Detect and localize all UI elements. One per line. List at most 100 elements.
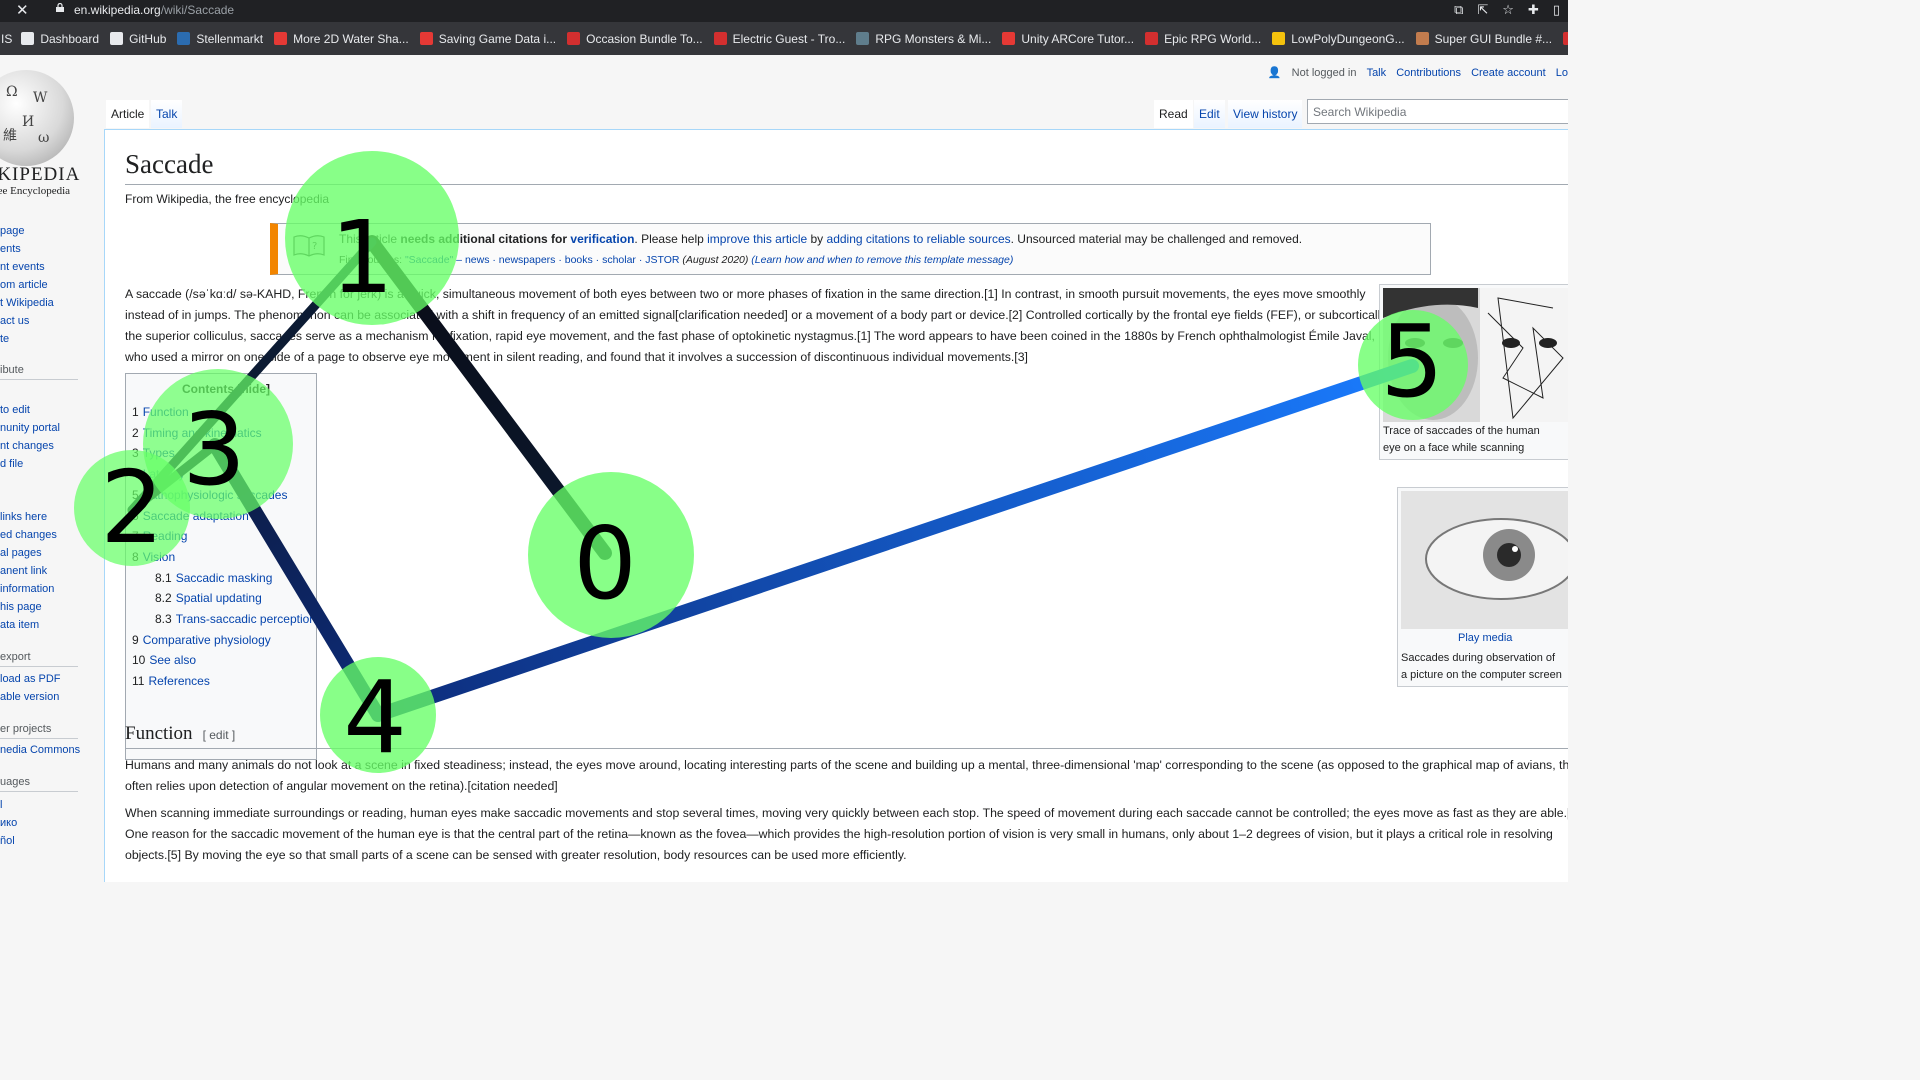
- eye-video-image[interactable]: [1401, 491, 1568, 629]
- toc-item[interactable]: 1 Function: [132, 405, 189, 419]
- improve-article-link[interactable]: improve this article: [707, 232, 807, 246]
- notice-text: . Please help: [634, 232, 708, 246]
- tab-edit[interactable]: Edit: [1194, 100, 1225, 128]
- sidebar-link[interactable]: anent link: [0, 565, 47, 577]
- edit-section-link[interactable]: [ edit ]: [203, 728, 236, 742]
- sidebar-section-heading: export: [0, 651, 31, 663]
- toc-item[interactable]: 3 Types: [132, 446, 175, 460]
- bookmark-item[interactable]: GitHub: [110, 32, 166, 46]
- thumb-caption: eye on a face while scanning: [1383, 442, 1525, 454]
- close-tab-icon[interactable]: ✕: [16, 1, 29, 19]
- tab-view-history[interactable]: View history: [1228, 100, 1303, 128]
- bookmarks-bar: IS Dashboard GitHub Stellenmarkt More 2D Wa…: [0, 22, 1568, 55]
- bookmark-item[interactable]: Unity ARCore Tutor...: [1002, 32, 1134, 46]
- learn-remove-link[interactable]: (Learn how and when to remove this templ…: [751, 254, 1013, 266]
- personal-tools: 👤 Not logged in Talk Contributions Creat…: [1261, 66, 1568, 79]
- thumbnail-face-scan[interactable]: Trace of saccades of the human eye on a …: [1379, 284, 1568, 460]
- bookmark-item[interactable]: Occasion Bundle To...: [567, 32, 703, 46]
- bookmark-item[interactable]: Epic RPG World...: [1145, 32, 1261, 46]
- toc-item[interactable]: 9 Comparative physiology: [132, 633, 271, 647]
- search-input[interactable]: Search Wikipedia: [1307, 99, 1568, 124]
- sidebar-link[interactable]: nt events: [0, 261, 45, 273]
- thumb-caption: Saccades during observation of: [1401, 652, 1556, 664]
- sidebar-link[interactable]: t Wikipedia: [0, 297, 54, 309]
- sidebar-link[interactable]: links here: [0, 511, 47, 523]
- find-sources-links[interactable]: "Saccade" – news · newspapers · books · …: [405, 254, 680, 266]
- sidebar-link[interactable]: act us: [0, 315, 29, 327]
- share-icon[interactable]: ⇱: [1477, 2, 1488, 18]
- sidebar-link[interactable]: nunity portal: [0, 422, 60, 434]
- create-account-link[interactable]: Create account: [1471, 67, 1546, 79]
- sidebar-link[interactable]: om article: [0, 279, 48, 291]
- login-link[interactable]: Lo: [1556, 67, 1568, 79]
- toc-item[interactable]: 6 Saccade adaptation: [132, 509, 249, 523]
- sidebar-link[interactable]: ñol: [0, 835, 15, 847]
- bookmark-item[interactable]: Stellenmarkt: [177, 32, 263, 46]
- bookmark-apps[interactable]: IS: [0, 32, 12, 46]
- translate-icon[interactable]: ⧉: [1454, 2, 1463, 18]
- sidebar-link[interactable]: al pages: [0, 547, 42, 559]
- sidebar-link[interactable]: page: [0, 225, 24, 237]
- thumbnail-eye-video[interactable]: Play media Saccades during observation o…: [1397, 487, 1568, 687]
- toc-number: 8.2: [155, 591, 172, 606]
- wikipedia-page: 👤 Not logged in Talk Contributions Creat…: [0, 55, 1568, 882]
- bookmark-favicon-icon: [177, 32, 191, 45]
- sidebar-link[interactable]: able version: [0, 691, 59, 703]
- play-media-link[interactable]: Play media: [1458, 630, 1512, 647]
- tab-talk[interactable]: Talk: [151, 100, 183, 128]
- toc-item[interactable]: 8.1 Saccadic masking: [155, 571, 272, 585]
- bookmark-label: More 2D Water Sha...: [293, 31, 409, 46]
- find-sources-label: Find sources:: [339, 254, 405, 266]
- bookmark-item[interactable]: RPG Monsters & Mi...: [856, 32, 991, 46]
- contributions-link[interactable]: Contributions: [1396, 67, 1461, 79]
- sidebar-link[interactable]: ents: [0, 243, 21, 255]
- sidebar-link[interactable]: ata item: [0, 619, 39, 631]
- wikipedia-logo[interactable]: Ω W И 維 ω: [0, 70, 74, 166]
- sidebar-link[interactable]: nedia Commons: [0, 744, 80, 756]
- add-citations-link[interactable]: adding citations to reliable sources: [827, 232, 1011, 246]
- sidebar-link[interactable]: ed changes: [0, 529, 57, 541]
- sidebar-link[interactable]: to edit: [0, 404, 30, 416]
- bookmark-item[interactable]: Super GUI Bundle #...: [1415, 32, 1552, 46]
- extensions-icon[interactable]: ✚: [1528, 2, 1539, 18]
- sidebar-link[interactable]: nt changes: [0, 440, 54, 452]
- sidebar-link[interactable]: te: [0, 333, 9, 345]
- personal-talk-link[interactable]: Talk: [1367, 67, 1387, 79]
- bookmark-item[interactable]: Electric Guest - Tro...: [713, 32, 845, 46]
- tab-read[interactable]: Read: [1154, 100, 1193, 128]
- bookmark-item[interactable]: shubibubi - itch.io: [1563, 32, 1568, 46]
- url-field[interactable]: en.wikipedia.org/wiki/Saccade: [74, 3, 234, 17]
- tab-article[interactable]: Article: [106, 100, 150, 128]
- sidebar-link[interactable]: load as PDF: [0, 673, 61, 685]
- sidebar-link[interactable]: d file: [0, 458, 23, 470]
- sidebar-link[interactable]: information: [0, 583, 54, 595]
- bookmark-label: Saving Game Data i...: [438, 31, 557, 46]
- toc-item[interactable]: 10 See also: [132, 653, 196, 667]
- toc-label: Timing and kinematics: [142, 425, 262, 440]
- face-saccade-image[interactable]: [1383, 288, 1568, 422]
- toc-item[interactable]: 8 Vision: [132, 550, 175, 564]
- bookmark-item[interactable]: LowPolyDungeonG...: [1272, 32, 1405, 46]
- toc-item[interactable]: 8.2 Spatial updating: [155, 591, 262, 605]
- sidebar-link[interactable]: his page: [0, 601, 42, 613]
- toc-item[interactable]: 7 Reading: [132, 529, 187, 543]
- toc-item[interactable]: 8.3 Trans-saccadic perception: [155, 612, 316, 626]
- toc-label: Vision: [142, 549, 176, 564]
- bookmark-item[interactable]: Saving Game Data i...: [419, 31, 557, 46]
- sidebar-link[interactable]: ико: [0, 817, 17, 829]
- bookmark-item[interactable]: Dashboard: [21, 32, 99, 46]
- sidepanel-icon[interactable]: ▯: [1553, 2, 1560, 18]
- bookmark-favicon-icon: [1563, 32, 1568, 45]
- bookmark-star-icon[interactable]: ☆: [1502, 2, 1514, 18]
- bookmark-item[interactable]: More 2D Water Sha...: [274, 32, 409, 46]
- notice-text: This article: [339, 232, 401, 246]
- toc-item[interactable]: 5 Pathophysiologic saccades: [132, 488, 287, 502]
- toc-item[interactable]: 4 Latency: [132, 467, 185, 481]
- toc-number: 7: [132, 529, 139, 544]
- intro-line: the superior colliculus, saccades serve …: [125, 329, 1375, 343]
- verification-link[interactable]: verification: [570, 232, 634, 246]
- toc-number: 4: [132, 467, 139, 482]
- toc-item[interactable]: 11 References: [132, 674, 210, 688]
- toc-item[interactable]: 2 Timing and kinematics: [132, 426, 262, 440]
- sidebar-link[interactable]: l: [0, 799, 2, 811]
